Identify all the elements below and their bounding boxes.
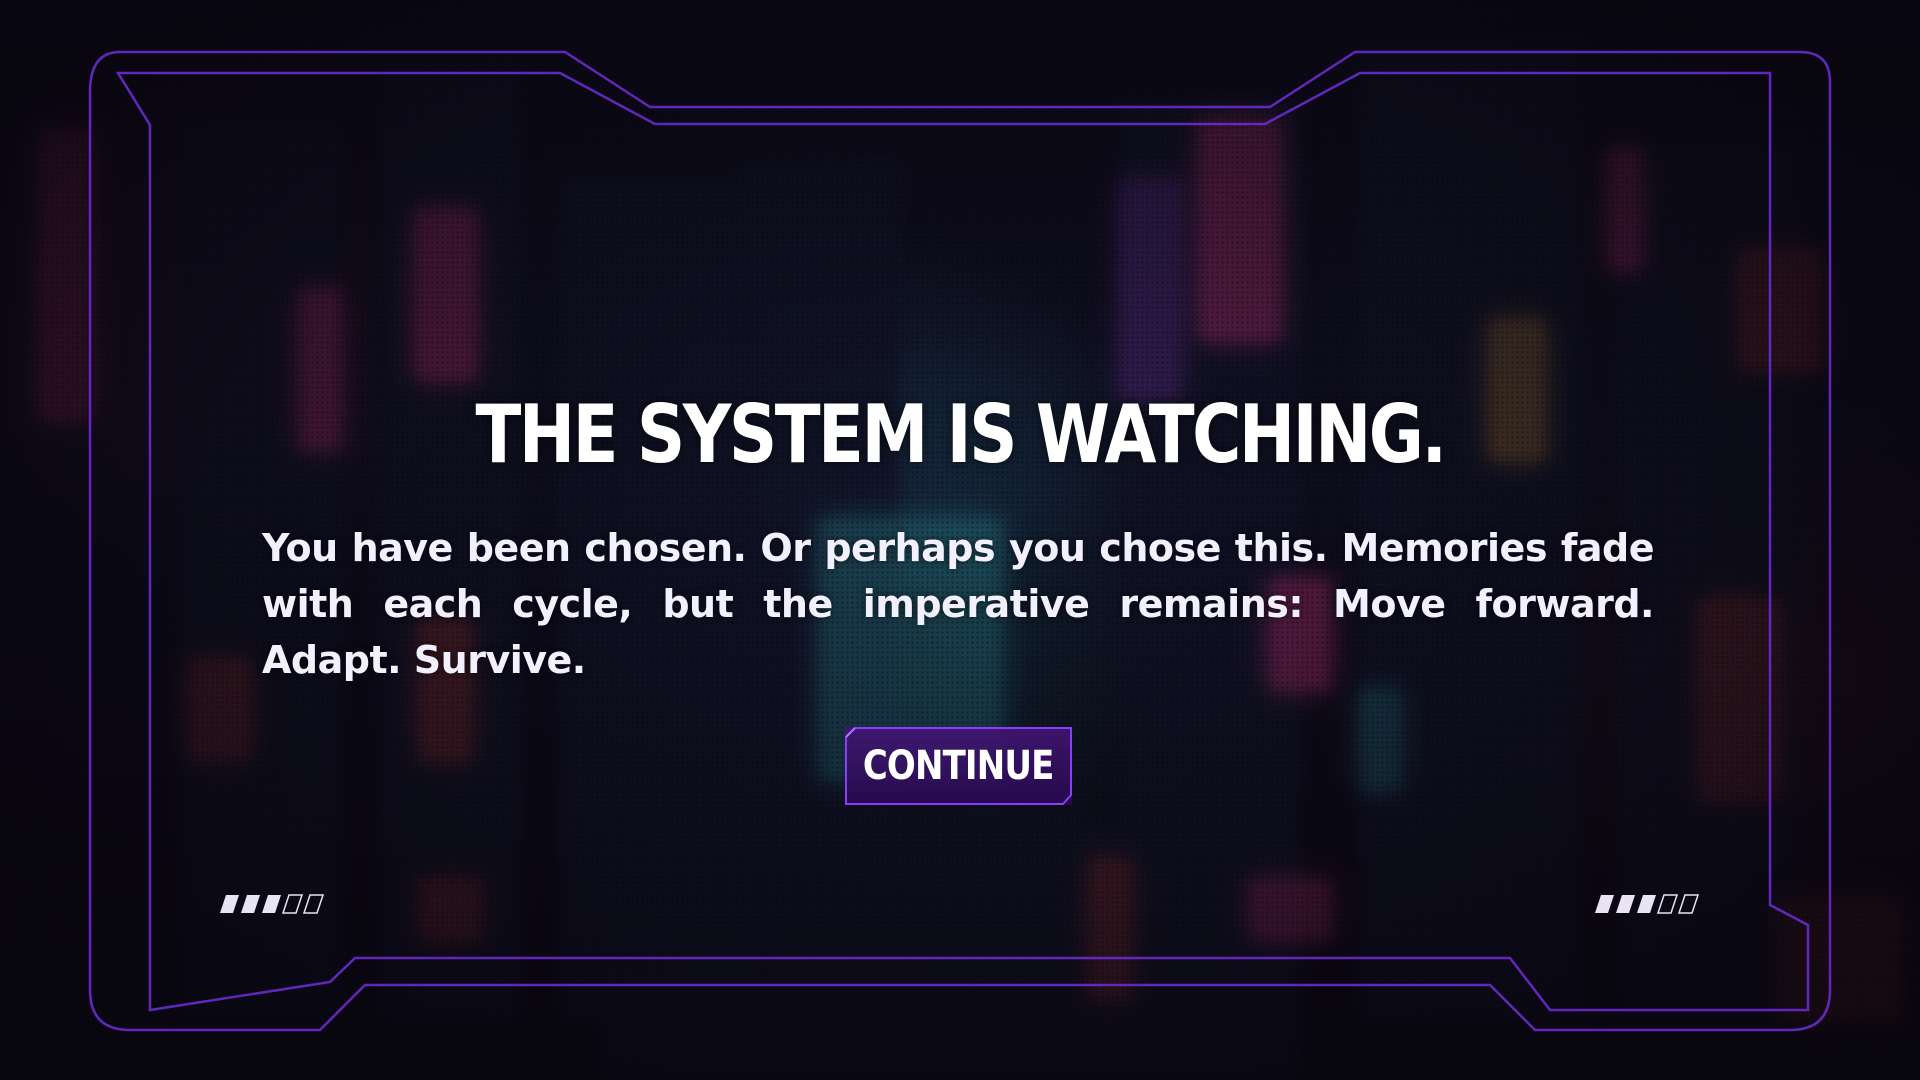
indicator-segment-empty (1656, 894, 1679, 914)
indicator-segment-filled (1616, 895, 1635, 913)
continue-button-label: CONTINUE (863, 743, 1055, 789)
dialog-content: THE SYSTEM IS WATCHING. You have been ch… (0, 0, 1920, 1080)
indicator-segment-filled (220, 895, 239, 913)
indicator-segment-filled (241, 895, 260, 913)
indicator-segment-empty (281, 894, 304, 914)
continue-button[interactable]: CONTINUE (845, 727, 1072, 805)
indicator-segment-empty (302, 894, 325, 914)
screen-title: THE SYSTEM IS WATCHING. (475, 388, 1447, 481)
game-screen: THE SYSTEM IS WATCHING. You have been ch… (0, 0, 1920, 1080)
right-progress-indicator (1595, 894, 1700, 914)
narrative-text: You have been chosen. Or perhaps you cho… (262, 526, 1655, 682)
indicator-segment-empty (1677, 894, 1700, 914)
indicator-segment-filled (262, 895, 281, 913)
left-progress-indicator (220, 894, 325, 914)
indicator-segment-filled (1637, 895, 1656, 913)
indicator-segment-filled (1595, 895, 1614, 913)
